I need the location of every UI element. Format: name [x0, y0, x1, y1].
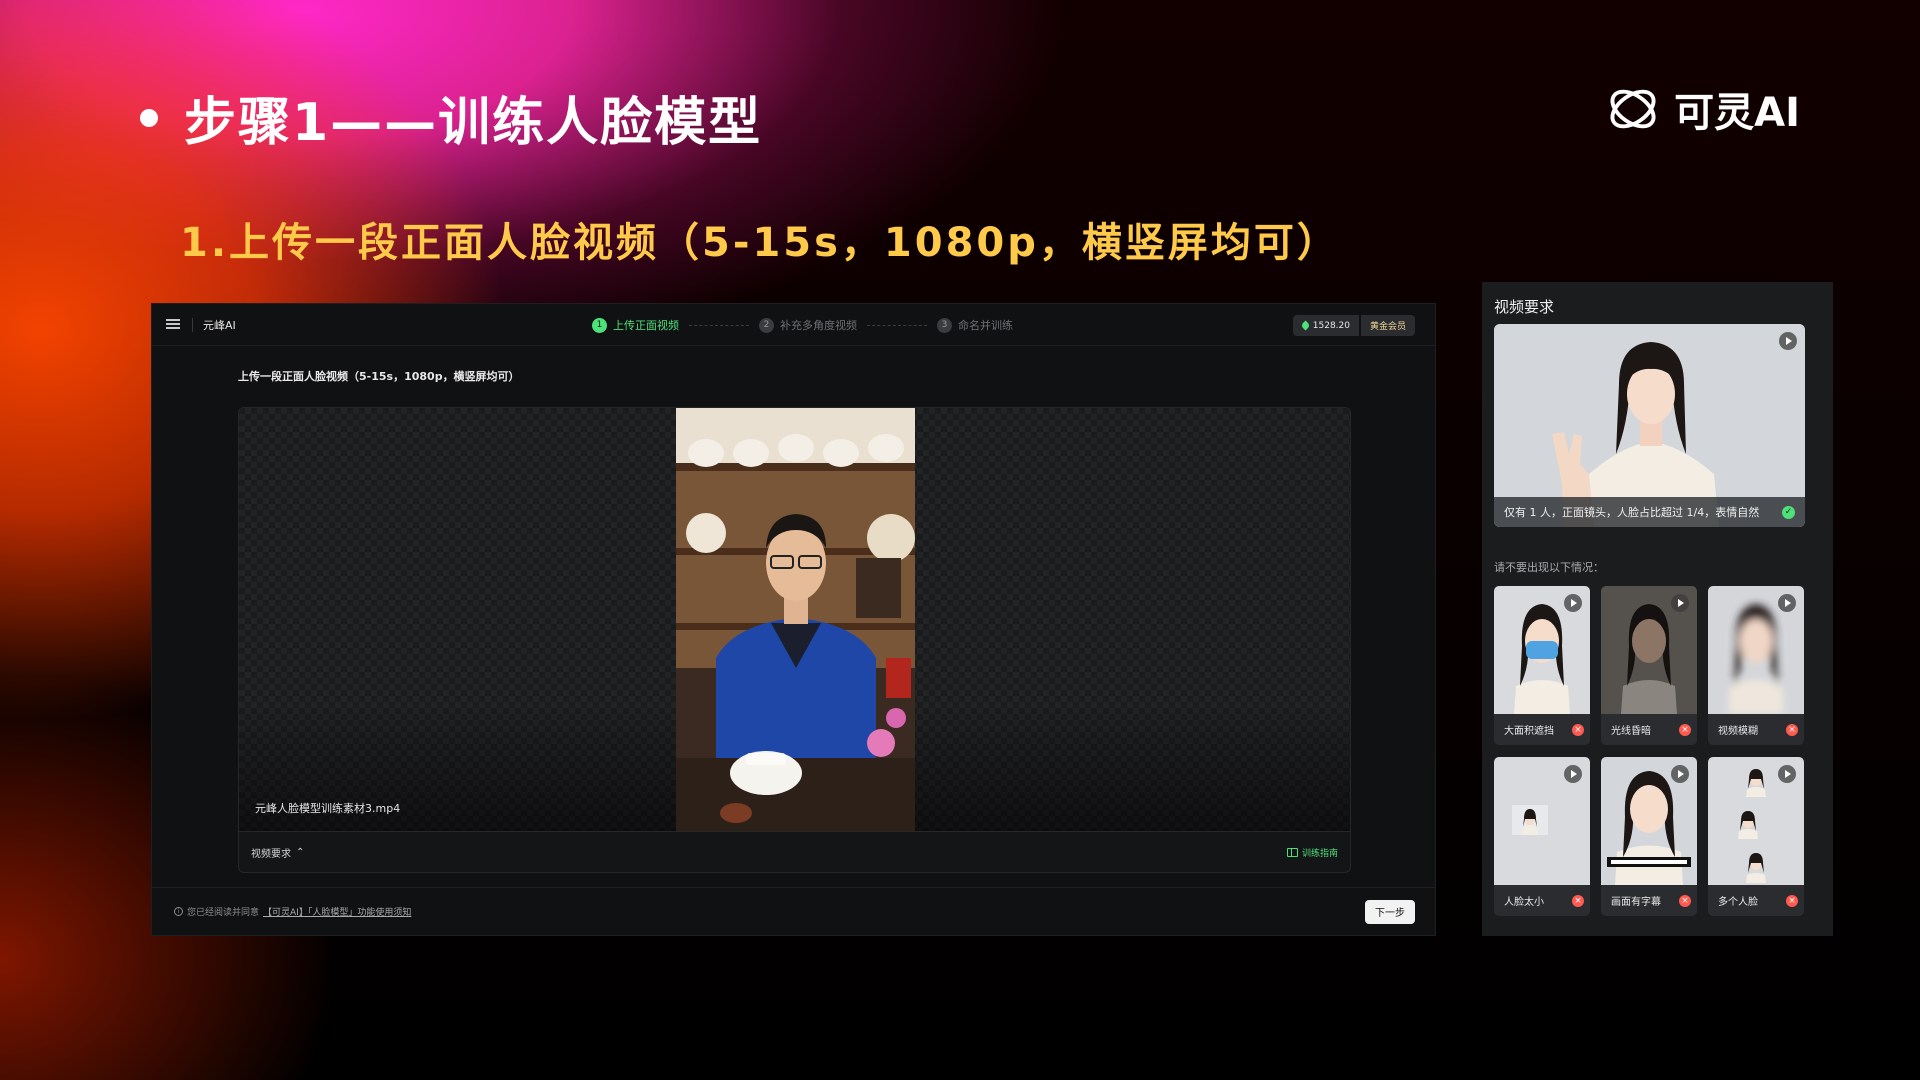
app-name: 元峰AI	[203, 318, 236, 332]
step-number: 1	[592, 317, 607, 333]
training-guide-link[interactable]: 训练指南	[1286, 846, 1338, 859]
play-icon[interactable]	[1671, 765, 1689, 783]
bad-example-label: 画面有字幕	[1611, 897, 1661, 908]
brand-name: 可灵AI	[1674, 90, 1800, 136]
app-header: 元峰AI 1 上传正面视频 2 补充多角度视频 3 命名并训练 1528.20 …	[152, 304, 1435, 346]
close-icon: ×	[1679, 894, 1691, 907]
info-icon: i	[174, 907, 183, 916]
play-icon[interactable]	[1779, 332, 1797, 350]
bad-example-label: 多个人脸	[1718, 897, 1758, 908]
bad-examples-intro: 请不要出现以下情况：	[1494, 561, 1604, 574]
credits-badge[interactable]: 1528.20	[1292, 315, 1359, 336]
requirements-title: 视频要求	[1494, 298, 1555, 316]
play-icon[interactable]	[1778, 594, 1796, 612]
bad-example-caption: 多个人脸 ×	[1708, 885, 1804, 916]
step-number: 2	[759, 317, 774, 333]
bad-example-card[interactable]: 多个人脸 ×	[1708, 757, 1804, 916]
slide-title: 步骤1——训练人脸模型	[184, 93, 763, 153]
terms-notice: i 您已经阅读并同意 【可灵AI】「人脸模型」功能使用须知	[174, 905, 411, 918]
bullet-dot	[140, 108, 158, 127]
account-info: 1528.20 黄金会员	[1292, 315, 1415, 336]
bad-example-label: 人脸太小	[1504, 897, 1544, 908]
slide-title-row: 步骤1——训练人脸模型	[140, 80, 762, 155]
bad-example-caption: 视频模糊 ×	[1708, 714, 1804, 745]
step-label: 命名并训练	[958, 319, 1013, 332]
credits-value: 1528.20	[1312, 320, 1350, 331]
good-example-caption: 仅有 1 人，正面镜头，人脸占比超过 1/4，表情自然 ✓	[1494, 497, 1805, 527]
uploaded-video-preview[interactable]	[676, 408, 915, 832]
terms-link[interactable]: 【可灵AI】「人脸模型」功能使用须知	[263, 905, 411, 918]
hamburger-menu-icon[interactable]	[166, 319, 180, 330]
video-upload-panel[interactable]: 元峰人脸模型训练素材3.mp4 视频要求 ⌃ 训练指南	[238, 407, 1351, 873]
bad-example-label: 视频模糊	[1718, 726, 1758, 737]
close-icon: ×	[1786, 894, 1798, 907]
bad-example-caption: 人脸太小 ×	[1494, 885, 1590, 916]
guide-link-label: 训练指南	[1301, 848, 1338, 859]
brand-logo: 可灵AI	[1604, 80, 1800, 138]
slide-subtitle: 1.上传一段正面人脸视频（5-15s，1080p，横竖屏均可）	[180, 220, 1340, 266]
good-example-text: 仅有 1 人，正面镜头，人脸占比超过 1/4，表情自然	[1504, 506, 1760, 519]
check-icon: ✓	[1782, 505, 1795, 519]
app-window: 元峰AI 1 上传正面视频 2 补充多角度视频 3 命名并训练 1528.20 …	[151, 303, 1436, 936]
notice-prefix: 您已经阅读并同意	[187, 908, 260, 918]
close-icon: ×	[1572, 723, 1584, 736]
bad-example-label: 光线昏暗	[1611, 726, 1651, 737]
next-step-button[interactable]: 下一步	[1365, 899, 1415, 924]
step-label: 上传正面视频	[613, 319, 679, 332]
close-icon: ×	[1572, 894, 1584, 907]
chevron-up-icon: ⌃	[296, 846, 305, 858]
app-footer: i 您已经阅读并同意 【可灵AI】「人脸模型」功能使用须知 下一步	[152, 887, 1435, 935]
video-file-name: 元峰人脸模型训练素材3.mp4	[255, 802, 401, 815]
bad-example-caption: 大面积遮挡 ×	[1494, 714, 1590, 745]
upload-heading: 上传一段正面人脸视频（5-15s，1080p，横竖屏均可）	[238, 370, 520, 383]
bad-example-caption: 画面有字幕 ×	[1601, 885, 1697, 916]
requirements-toggle-label: 视频要求	[251, 848, 291, 860]
step-number: 3	[937, 317, 952, 333]
step-2: 2 补充多角度视频	[759, 317, 857, 333]
header-divider	[192, 317, 193, 332]
step-connector	[689, 324, 749, 326]
close-icon: ×	[1679, 723, 1691, 736]
bad-example-caption: 光线昏暗 ×	[1601, 714, 1697, 745]
step-connector	[867, 324, 927, 326]
close-icon: ×	[1786, 723, 1798, 736]
credit-leaf-icon	[1300, 320, 1311, 331]
step-label: 补充多角度视频	[780, 319, 857, 332]
play-icon[interactable]	[1564, 765, 1582, 783]
video-thumbnail-illustration	[676, 408, 915, 832]
bad-example-card[interactable]: 视频模糊 ×	[1708, 586, 1804, 745]
bad-example-card[interactable]: 人脸太小 ×	[1494, 757, 1590, 916]
upload-panel-footer: 视频要求 ⌃ 训练指南	[239, 831, 1350, 872]
bad-examples-grid: 大面积遮挡 × 光线昏暗 × 视频模糊 × 人脸太小 × 画面有字幕 × 多个人…	[1494, 586, 1804, 916]
play-icon[interactable]	[1564, 594, 1582, 612]
video-requirements-panel: 视频要求 仅有 1 人，正面镜头，人脸占比超过 1/4，表情自然 ✓ 请不要出现…	[1482, 282, 1833, 936]
step-progress: 1 上传正面视频 2 补充多角度视频 3 命名并训练	[592, 304, 1013, 346]
good-example-video[interactable]: 仅有 1 人，正面镜头，人脸占比超过 1/4，表情自然 ✓	[1494, 324, 1805, 527]
book-icon	[1286, 847, 1298, 857]
play-icon[interactable]	[1778, 765, 1796, 783]
kling-logo-icon	[1610, 89, 1656, 129]
step-3: 3 命名并训练	[937, 317, 1013, 333]
membership-badge[interactable]: 黄金会员	[1360, 315, 1415, 336]
bad-example-card[interactable]: 大面积遮挡 ×	[1494, 586, 1590, 745]
bad-example-label: 大面积遮挡	[1504, 726, 1554, 737]
bad-example-card[interactable]: 光线昏暗 ×	[1601, 586, 1697, 745]
video-requirements-toggle[interactable]: 视频要求 ⌃	[251, 845, 304, 860]
step-1: 1 上传正面视频	[592, 317, 679, 333]
play-icon[interactable]	[1671, 594, 1689, 612]
bad-example-card[interactable]: 画面有字幕 ×	[1601, 757, 1697, 916]
